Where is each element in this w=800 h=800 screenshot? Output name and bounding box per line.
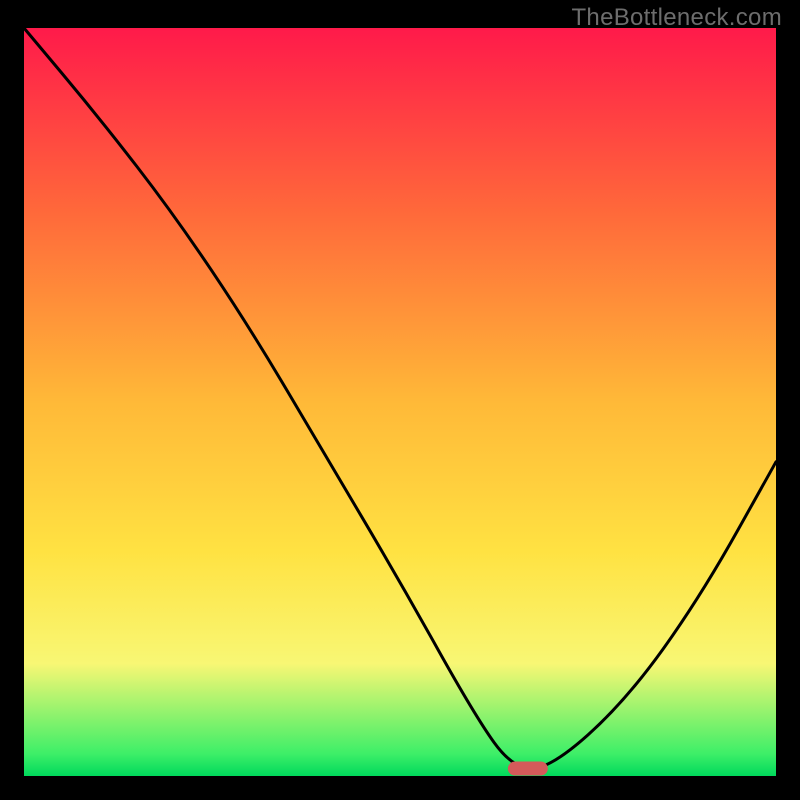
optimal-marker xyxy=(508,762,548,776)
plot-area xyxy=(24,28,776,776)
gradient-background xyxy=(24,28,776,776)
chart-frame: TheBottleneck.com xyxy=(0,0,800,800)
chart-svg xyxy=(24,28,776,776)
watermark-text: TheBottleneck.com xyxy=(571,4,782,32)
